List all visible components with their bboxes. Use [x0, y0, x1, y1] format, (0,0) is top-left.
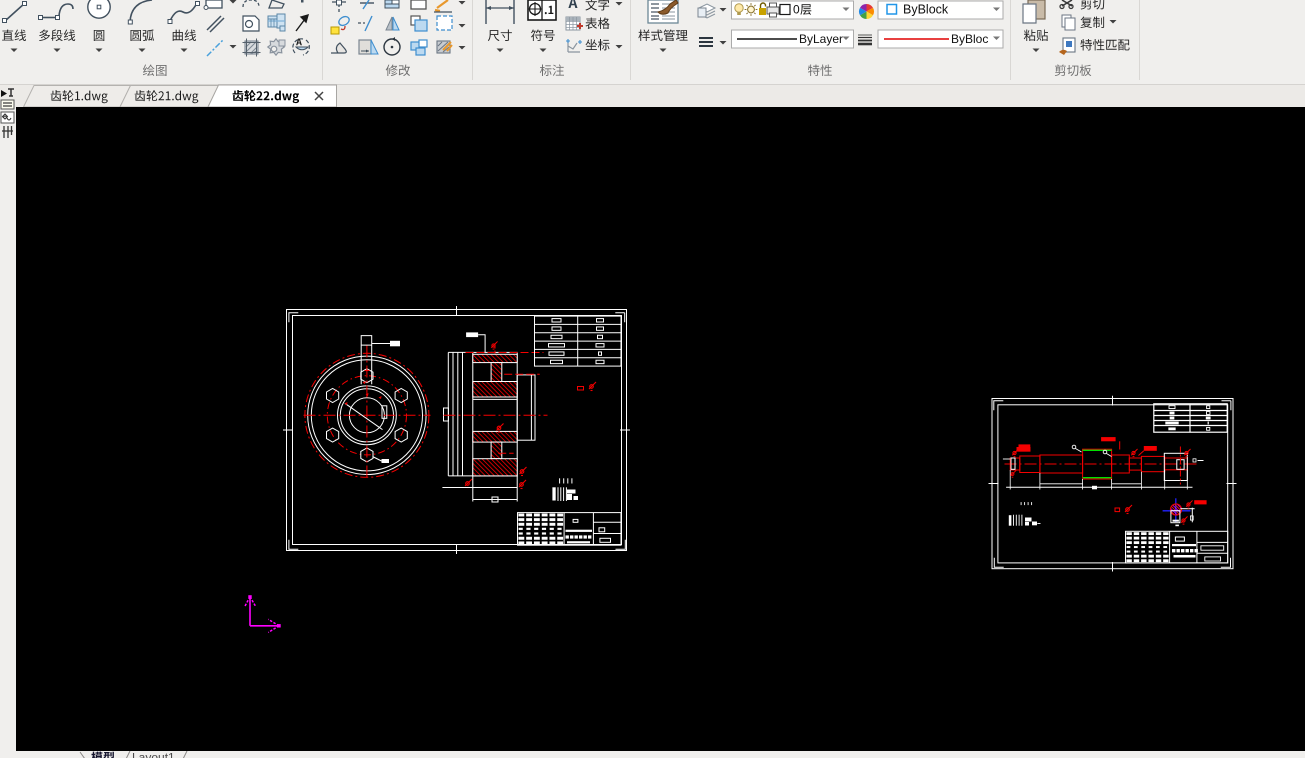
svg-text:0: 0 [793, 3, 800, 17]
svg-text:ByBlock: ByBlock [903, 3, 949, 17]
svg-text:Layout1: Layout1 [132, 751, 175, 758]
svg-text:ByBloc: ByBloc [951, 32, 988, 46]
svg-text:ByLayer: ByLayer [799, 32, 843, 46]
